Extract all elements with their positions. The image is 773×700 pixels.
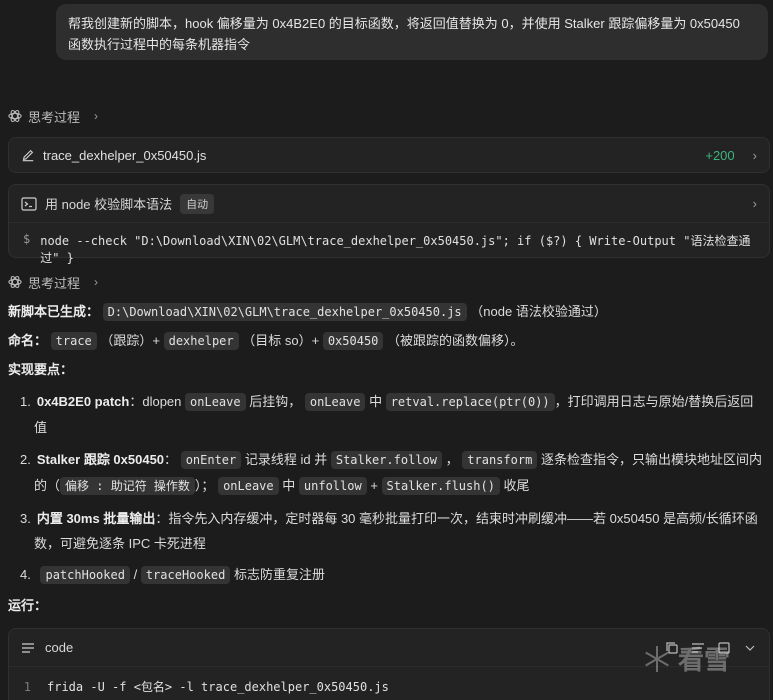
run-heading: 运行： (8, 598, 48, 613)
list-item-text: 的（ (34, 478, 61, 493)
list-item: 2. Stalker 跟踪 0x50450： onEnter 记录线程 id 并 … (20, 447, 768, 499)
naming-dexhelper-desc: （目标 so）+ (242, 333, 320, 348)
list-item-text: 逐条检查指令，只输出模块地址区间内 (540, 452, 762, 467)
code-chip: onEnter (180, 451, 242, 469)
list-item-title: 内置 30ms 批量输出 (36, 511, 156, 526)
list-item-text: ， (445, 452, 459, 467)
code-chip: onLeave (218, 477, 279, 495)
list-item: 1. 0x4B2E0 patch：dlopen onLeave 后挂钩， onLe… (20, 389, 768, 440)
command-line: $ node --check "D:\Download\XIN\02\GLM\t… (9, 223, 769, 275)
thinking-toggle-2[interactable]: 思考过程 › (8, 272, 98, 292)
command-title: 用 node 校验脚本语法 (45, 197, 173, 212)
list-item-text: ：指令先入内存缓冲，定时器每 30 毫秒批量打印一次，结束时冲刷缓冲——若 0x… (155, 511, 758, 526)
command-card: 用 node 校验脚本语法 自动 › $ node --check "D:\Do… (8, 184, 770, 265)
code-chip: transform (462, 451, 538, 469)
list-item-text: 标志防重复注册 (233, 567, 325, 582)
atom-icon (8, 276, 22, 288)
thinking-toggle-1[interactable]: 思考过程 › (8, 106, 98, 126)
list-number: 2. (20, 452, 31, 467)
diff-count: +200 (705, 147, 735, 163)
code-chip: Stalker.follow (330, 451, 443, 469)
line-numbers: 1 2 (21, 677, 31, 700)
menu-lines-icon (22, 642, 34, 653)
code-chip: 偏移 : 助记符 操作数 (60, 477, 195, 495)
naming-trace: trace (50, 332, 97, 350)
created-line: 新脚本已生成： D:\Download\XIN\02\GLM\trace_dex… (8, 301, 607, 323)
naming-trace-desc: （跟踪）+ (100, 333, 160, 348)
code-language: code (45, 640, 74, 655)
created-suffix: （node 语法校验通过） (470, 304, 607, 319)
watermark-text: 看雪 (678, 645, 731, 675)
list-item: 4. patchHooked / traceHooked 标志防重复注册 (20, 562, 768, 588)
code-chip: onLeave (185, 393, 246, 411)
list-item-text: 中 (282, 478, 296, 493)
list-item-text: 后挂钩， (249, 394, 302, 409)
list-number: 4. (20, 567, 31, 582)
code-chip: unfollow (298, 477, 367, 495)
code-chip: patchHooked (40, 566, 130, 584)
list-item-text: + (370, 478, 378, 493)
code-chip: retval.replace(ptr(0)) (385, 393, 555, 411)
chevron-down-icon[interactable] (743, 641, 757, 655)
created-path: D:\Download\XIN\02\GLM\trace_dexhelper_0… (102, 303, 467, 321)
naming-line: 命名： trace （跟踪）+ dexhelper （目标 so）+ 0x504… (8, 330, 524, 352)
naming-prefix: 命名： (8, 333, 48, 348)
thinking-label: 思考过程 (28, 275, 81, 291)
user-message-bubble: 帮我创建新的脚本，hook 偏移量为 0x4B2E0 的目标函数，将返回值替换为… (56, 4, 768, 60)
list-item-text: ：dlopen (129, 394, 182, 409)
shell-prompt: $ (23, 232, 31, 246)
list-item: 3. 内置 30ms 批量输出：指令先入内存缓冲，定时器每 30 毫秒批量打印一次… (20, 506, 768, 556)
list-item-text: ： (164, 452, 178, 467)
chevron-right-icon: › (94, 275, 99, 289)
naming-dexhelper: dexhelper (163, 332, 239, 350)
code-chip: onLeave (304, 393, 366, 411)
snowflake-icon (645, 645, 669, 672)
list-item-text: 收尾 (503, 478, 530, 493)
atom-icon (8, 110, 22, 122)
list-item-text: 值 (34, 420, 48, 435)
naming-offset: 0x50450 (322, 332, 384, 350)
command-text: node --check "D:\Download\XIN\02\GLM\tra… (40, 234, 751, 265)
list-number: 3. (20, 511, 31, 526)
list-item-title: Stalker 跟踪 0x50450 (36, 452, 165, 467)
list-item-text: 记录线程 id 并 (244, 452, 328, 467)
code-chip: traceHooked (140, 566, 231, 584)
naming-offset-desc: （被跟踪的函数偏移）。 (387, 333, 524, 348)
code-text: frida -U -f <包名> -l trace_dexhelper_0x50… (47, 680, 389, 694)
chevron-right-icon: › (752, 147, 757, 163)
list-number: 1. (20, 394, 31, 409)
thinking-label: 思考过程 (28, 109, 81, 125)
auto-badge: 自动 (180, 193, 215, 214)
list-item-text: 数，可避免逐条 IPC 卡死进程 (34, 536, 206, 551)
list-item-text: 中 (369, 394, 383, 409)
file-name: trace_dexhelper_0x50450.js (43, 147, 207, 163)
watermark: 看雪 (642, 640, 730, 677)
list-item-text: ）； (194, 478, 215, 493)
created-prefix: 新脚本已生成： (8, 304, 100, 319)
list-item-text: ，打印调用日志与原始/替换后返回 (554, 394, 754, 409)
code-chip: Stalker.flush() (381, 477, 500, 495)
line-number: 1 (23, 680, 31, 694)
pencil-icon (22, 149, 34, 162)
file-change-card[interactable]: trace_dexhelper_0x50450.js +200 › (8, 137, 770, 173)
user-message-text: 帮我创建新的脚本，hook 偏移量为 0x4B2E0 的目标函数，将返回值替换为… (68, 16, 740, 52)
list-item-title: 0x4B2E0 patch (36, 394, 130, 409)
command-header[interactable]: 用 node 校验脚本语法 自动 › (9, 185, 769, 223)
points-heading: 实现要点： (8, 362, 74, 377)
chevron-right-icon: › (94, 109, 99, 123)
chevron-right-icon: › (752, 196, 757, 211)
terminal-icon (21, 196, 37, 211)
list-item-text: / (133, 567, 138, 582)
